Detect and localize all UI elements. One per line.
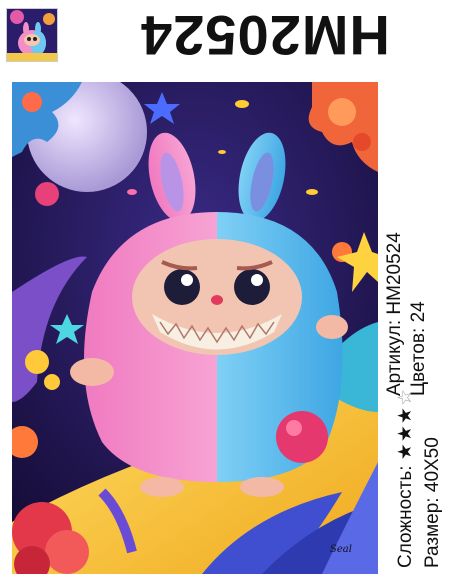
article-row: Артикул: HM20524: [384, 232, 406, 396]
difficulty-row: Сложность: ★★★☆: [394, 388, 417, 568]
star-icon: ★: [395, 424, 416, 443]
colors-value: 24: [408, 301, 429, 323]
article-label: Артикул:: [384, 319, 405, 396]
thumbnail-image: [7, 9, 57, 61]
difficulty-stars: ★★★☆: [395, 388, 416, 460]
article-value: HM20524: [384, 232, 405, 315]
difficulty-label: Сложность:: [395, 465, 416, 568]
colors-row: Цветов: 24: [408, 301, 430, 396]
colors-label: Цветов:: [408, 327, 429, 396]
artist-signature: Seal: [330, 544, 352, 555]
star-icon: ★: [395, 406, 416, 425]
product-code-heading: HM20524: [140, 4, 390, 68]
size-value: 40X50: [422, 437, 443, 493]
size-row: Размер: 40X50: [422, 437, 444, 568]
product-thumbnail: [6, 8, 58, 62]
size-label: Размер:: [422, 497, 443, 568]
product-info-panel: Артикул: HM20524 Цветов: 24 Сложность: ★…: [378, 82, 458, 574]
artwork-illustration: Seal: [12, 82, 378, 574]
star-icon: ★: [395, 442, 416, 461]
artwork-image: Seal: [12, 82, 378, 574]
star-outline-icon: ☆: [395, 388, 416, 407]
